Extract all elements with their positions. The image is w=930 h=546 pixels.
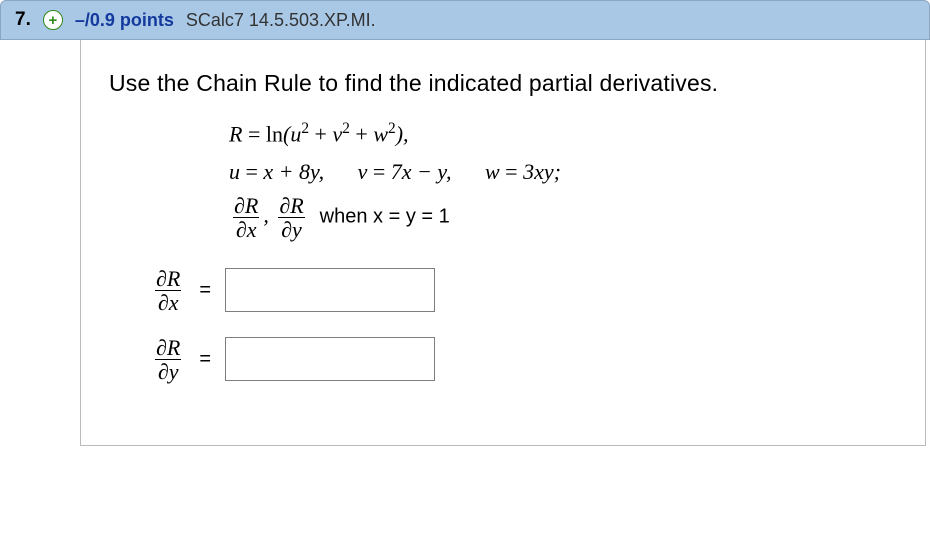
math-block: R = ln(u2 + v2 + w2), u = x + 8y, v = 7x… [229,117,897,241]
equals-sign: = [199,279,211,302]
question-reference: SCalc7 14.5.503.XP.MI. [186,10,376,31]
answer-area: ∂R ∂x = ∂R ∂y = [151,267,897,383]
equation-uvw: u = x + 8y, v = 7x − y, w = 3xy; [229,155,897,189]
answer-input-dx[interactable] [225,268,435,312]
plus-icon[interactable]: + [43,10,63,30]
question-body: Use the Chain Rule to find the indicated… [80,40,926,446]
equation-R: R = ln(u2 + v2 + w2), [229,117,897,151]
equation-partials: ∂R ∂x , ∂R ∂y when x = y = 1 [229,194,897,241]
question-header: 7. + –/0.9 points SCalc7 14.5.503.XP.MI. [0,0,930,40]
answer-row-dx: ∂R ∂x = [151,267,897,314]
question-prompt: Use the Chain Rule to find the indicated… [109,70,897,97]
label-dR-dy: ∂R ∂y [153,336,183,383]
equals-sign: = [199,348,211,371]
points-label: –/0.9 points [75,10,174,31]
answer-input-dy[interactable] [225,337,435,381]
label-dR-dx: ∂R ∂x [153,267,183,314]
answer-row-dy: ∂R ∂y = [151,336,897,383]
question-number: 7. [15,9,31,31]
